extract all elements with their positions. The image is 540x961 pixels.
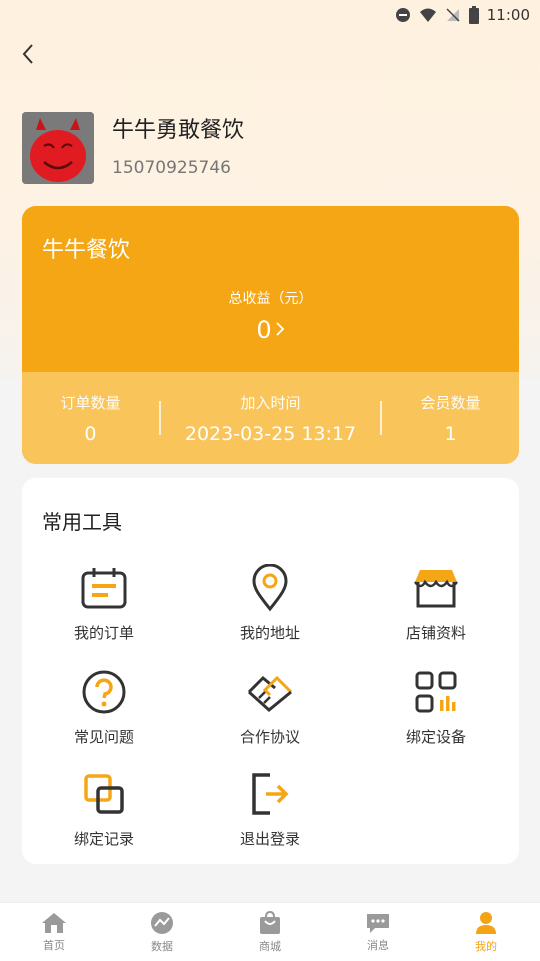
status-time: 11:00 [486,6,530,24]
tool-label: 我的订单 [73,624,134,642]
store-icon [408,560,464,616]
home-icon [42,912,66,933]
calendar-icon [76,560,132,616]
tool-logout[interactable]: 退出登录 [200,766,340,849]
wifi-icon [419,8,436,22]
tab-mall[interactable]: 商城 [216,903,324,961]
location-pin-icon [242,560,298,616]
tools-card: 常用工具 我的订单 我的地址 店铺资料 常见问题 合作协议 绑定设备 绑定记录 … [22,478,519,864]
stat-join-time: 加入时间 2023-03-25 13:17 [161,392,380,445]
tool-label: 合作协议 [239,728,300,746]
tool-store-info[interactable]: 店铺资料 [366,560,506,643]
tool-bind-record[interactable]: 绑定记录 [34,766,174,849]
back-button[interactable] [14,40,42,68]
stats-card: 牛牛餐饮 总收益（元） 0 订单数量 0 加入时间 2023-03-25 13:… [22,206,519,464]
tool-label: 绑定设备 [405,728,466,746]
tool-my-address[interactable]: 我的地址 [200,560,340,643]
income-value: 0 [256,316,272,344]
tab-data[interactable]: 数据 [108,903,216,961]
tool-bind-device[interactable]: 绑定设备 [366,664,506,747]
tool-agreement[interactable]: 合作协议 [200,664,340,747]
tab-label: 我的 [475,939,497,953]
tab-mine[interactable]: 我的 [432,903,540,961]
devil-avatar-icon [22,112,94,184]
stat-label: 订单数量 [60,393,121,412]
tab-label: 数据 [151,939,173,953]
stat-label: 会员数量 [420,393,481,412]
chart-icon [151,911,173,934]
tab-messages[interactable]: 消息 [324,903,432,961]
tool-label: 退出登录 [239,830,300,848]
shop-bag-icon [260,910,280,934]
profile-header: 牛牛勇敢餐饮 15070925746 [22,112,244,184]
stats-row: 订单数量 0 加入时间 2023-03-25 13:17 会员数量 1 [22,372,519,464]
status-bar: 11:00 [0,0,540,30]
stat-order-count: 订单数量 0 [22,392,159,445]
phone-number: 15070925746 [112,158,231,178]
tab-home[interactable]: 首页 [0,903,108,961]
tool-label: 我的地址 [239,624,300,642]
bottom-tab-bar: 首页 数据 商城 消息 我的 [0,902,540,961]
avatar[interactable] [22,112,94,184]
tool-label: 常见问题 [73,728,134,746]
chevron-right-icon [276,322,284,336]
tool-faq[interactable]: 常见问题 [34,664,174,747]
copy-record-icon [76,766,132,822]
chevron-left-icon [22,44,33,64]
shop-name: 牛牛勇敢餐饮 [112,118,245,143]
user-icon [476,911,496,934]
device-grid-icon [408,664,464,720]
question-icon [76,664,132,720]
stat-value: 0 [84,422,97,445]
dnd-icon [395,8,410,22]
stat-member-count: 会员数量 1 [382,392,519,445]
income-value-link[interactable]: 0 [22,316,519,344]
tab-label: 消息 [367,938,389,952]
handshake-icon [242,664,298,720]
tool-my-orders[interactable]: 我的订单 [34,560,174,643]
logout-icon [242,766,298,822]
card-title: 牛牛餐饮 [42,238,131,263]
battery-icon [468,6,479,24]
stat-value: 2023-03-25 13:17 [184,422,357,445]
tool-label: 绑定记录 [73,830,134,848]
stat-value: 1 [444,422,457,445]
tools-title: 常用工具 [42,510,122,534]
stat-label: 加入时间 [240,393,301,412]
tab-label: 首页 [43,938,65,952]
tab-label: 商城 [259,939,281,953]
signal-icon [446,8,460,22]
income-label: 总收益（元） [228,291,313,307]
tool-label: 店铺资料 [405,624,466,642]
message-icon [367,913,389,933]
